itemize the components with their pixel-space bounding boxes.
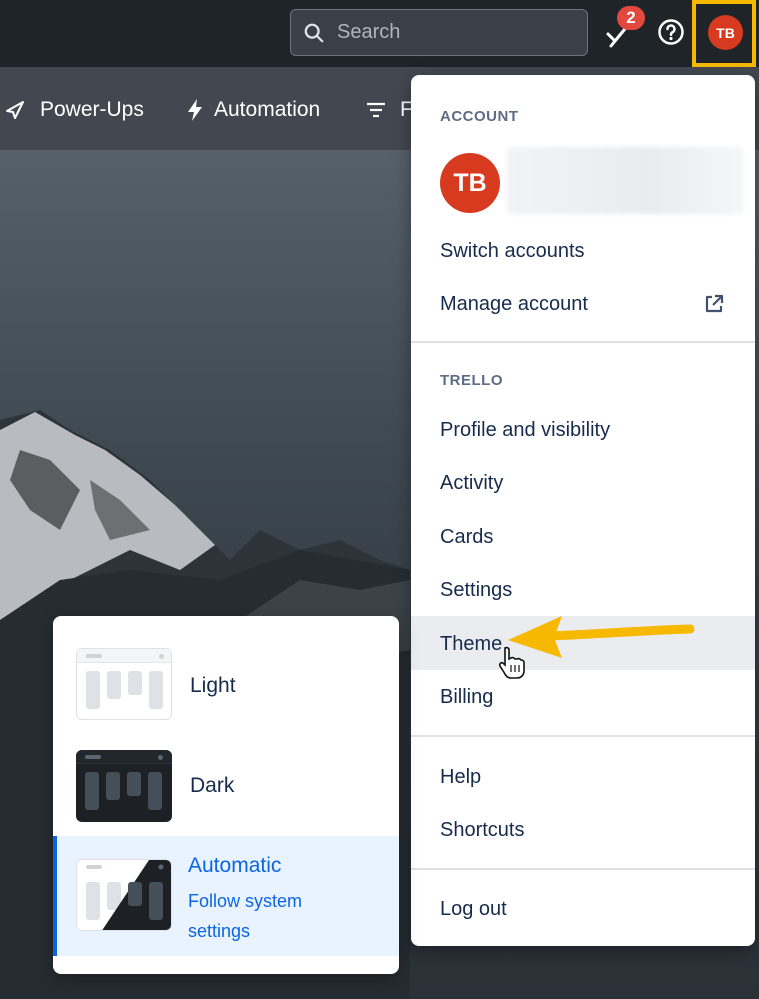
profile-visibility-item[interactable]: Profile and visibility [440,419,610,442]
theme-submenu: Light Dark Automatic Follow system setti… [53,616,399,974]
billing-item[interactable]: Billing [440,686,493,709]
theme-option-light[interactable]: Light [53,616,399,726]
account-avatar-button[interactable]: TB [708,15,743,50]
automatic-description: Follow system settings [188,891,303,941]
notification-count-badge: 2 [617,6,645,30]
shortcuts-item[interactable]: Shortcuts [440,819,524,842]
log-out-item[interactable]: Log out [440,898,507,921]
external-link-icon [705,294,724,313]
trello-section-title: TRELLO [440,372,503,389]
filter-icon [367,102,385,118]
top-navigation-bar: Search [0,0,759,67]
manage-account-item[interactable]: Manage account [440,293,588,316]
cards-item[interactable]: Cards [440,526,493,549]
menu-divider [411,341,755,343]
account-details-redacted [507,147,743,214]
search-input[interactable]: Search [290,9,588,56]
automatic-theme-preview-icon [76,859,172,931]
lightning-icon [188,99,202,121]
menu-divider [411,868,755,870]
power-ups-button[interactable]: Power-Ups [4,98,144,122]
dark-theme-preview-icon [76,750,172,822]
annotation-arrow-icon [508,616,695,658]
account-section-title: ACCOUNT [440,108,519,125]
help-icon[interactable] [657,18,685,46]
theme-item[interactable]: Theme [440,633,502,656]
dark-label: Dark [190,774,235,797]
search-icon [304,23,324,42]
menu-divider [411,735,755,737]
activity-item[interactable]: Activity [440,472,503,495]
filter-button[interactable]: F [366,98,413,122]
avatar: TB [440,153,500,213]
automation-label: Automation [214,98,321,121]
light-theme-preview-icon [76,648,172,720]
search-placeholder: Search [337,21,401,43]
account-dropdown-menu: ACCOUNT TB Switch accounts Manage accoun… [411,75,755,946]
rocket-icon [6,101,24,119]
automatic-label: Automatic [188,854,282,877]
automation-button[interactable]: Automation [186,98,320,122]
theme-option-automatic[interactable]: Automatic Follow system settings [53,836,399,956]
hand-cursor-icon [498,646,525,679]
light-label: Light [190,674,236,697]
power-ups-label: Power-Ups [40,98,144,121]
theme-option-dark[interactable]: Dark [53,726,399,836]
switch-accounts-item[interactable]: Switch accounts [440,240,585,263]
settings-item[interactable]: Settings [440,579,512,602]
help-item[interactable]: Help [440,766,481,789]
